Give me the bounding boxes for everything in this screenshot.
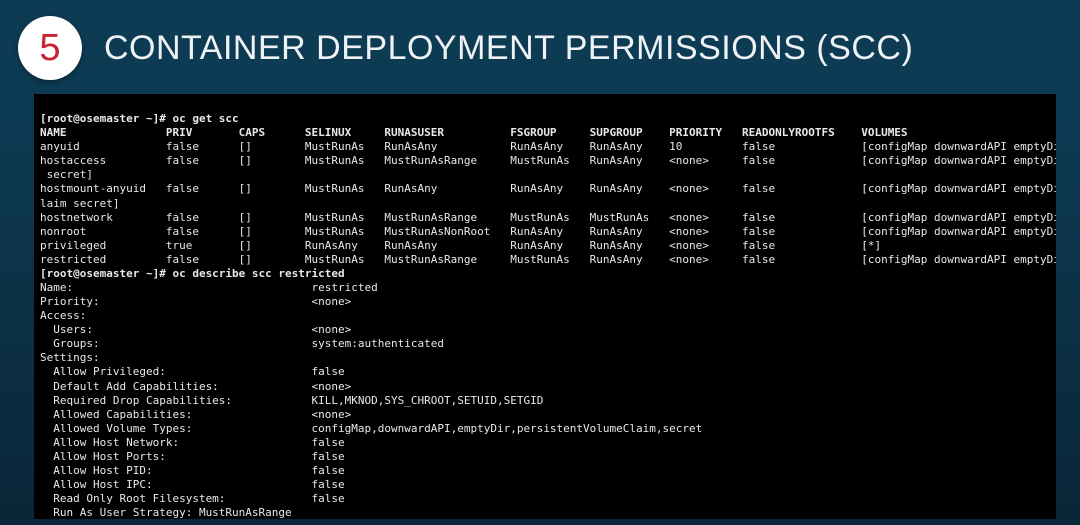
table-row: restricted false [] MustRunAs MustRunAsR…: [40, 253, 1056, 266]
table-row: hostnetwork false [] MustRunAs MustRunAs…: [40, 211, 1056, 224]
slide-header: 5 CONTAINER DEPLOYMENT PERMISSIONS (SCC): [0, 0, 1080, 94]
describe-line: Name: restricted: [40, 281, 378, 294]
describe-line: Default Add Capabilities: <none>: [40, 380, 351, 393]
describe-line: Settings:: [40, 351, 100, 364]
describe-line: Allow Host Ports: false: [40, 450, 345, 463]
terminal-output: [root@osemaster ~]# oc get scc NAME PRIV…: [34, 94, 1056, 519]
slide: 5 CONTAINER DEPLOYMENT PERMISSIONS (SCC)…: [0, 0, 1080, 525]
describe-line: Read Only Root Filesystem: false: [40, 492, 345, 505]
describe-line: Allow Host PID: false: [40, 464, 345, 477]
table-row: hostaccess false [] MustRunAs MustRunAsR…: [40, 154, 1056, 167]
describe-line: Required Drop Capabilities: KILL,MKNOD,S…: [40, 394, 543, 407]
table-row: secret]: [40, 168, 93, 181]
describe-line: Groups: system:authenticated: [40, 337, 444, 350]
describe-line: Allowed Volume Types: configMap,downward…: [40, 422, 702, 435]
describe-line: Allow Privileged: false: [40, 365, 345, 378]
describe-line: Access:: [40, 309, 86, 322]
describe-line: Priority: <none>: [40, 295, 351, 308]
table-row: hostmount-anyuid false [] MustRunAs RunA…: [40, 182, 1056, 195]
step-number: 5: [39, 29, 60, 67]
table-row: nonroot false [] MustRunAs MustRunAsNonR…: [40, 225, 1056, 238]
describe-line: Run As User Strategy: MustRunAsRange: [40, 506, 292, 519]
slide-title: CONTAINER DEPLOYMENT PERMISSIONS (SCC): [104, 29, 913, 68]
table-row: privileged true [] RunAsAny RunAsAny Run…: [40, 239, 881, 252]
step-badge: 5: [18, 16, 82, 80]
table-row: laim secret]: [40, 197, 119, 210]
prompt-line: [root@osemaster ~]# oc describe scc rest…: [40, 267, 345, 280]
describe-line: Users: <none>: [40, 323, 351, 336]
table-header: NAME PRIV CAPS SELINUX RUNASUSER FSGROUP…: [40, 126, 908, 139]
prompt-line: [root@osemaster ~]# oc get scc: [40, 112, 239, 125]
describe-line: Allow Host IPC: false: [40, 478, 345, 491]
table-row: anyuid false [] MustRunAs RunAsAny RunAs…: [40, 140, 1056, 153]
describe-line: Allowed Capabilities: <none>: [40, 408, 351, 421]
describe-line: Allow Host Network: false: [40, 436, 345, 449]
